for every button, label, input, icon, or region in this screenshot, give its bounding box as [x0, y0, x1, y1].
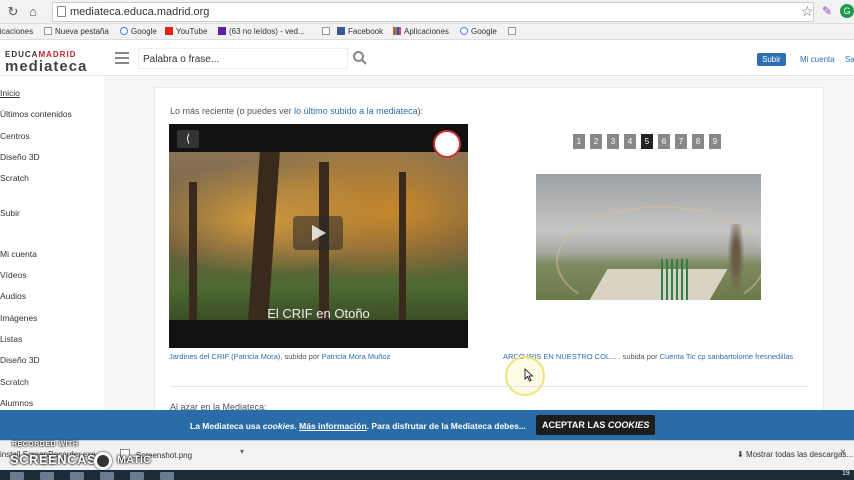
sidebar-item-scratch[interactable]: Scratch: [0, 173, 29, 183]
sidebar-item-scratch-2[interactable]: Scratch: [0, 377, 29, 387]
bookmark-item[interactable]: licaciones: [0, 27, 33, 36]
upload-button[interactable]: Subir: [757, 53, 786, 66]
url-text[interactable]: mediateca.educa.madrid.org: [70, 6, 209, 18]
taskbar-clock: 19: [842, 470, 850, 477]
sidebar-item-ultimos[interactable]: Últimos contenidos: [0, 109, 72, 119]
sidebar-item-imagenes[interactable]: Imágenes: [0, 313, 37, 323]
share-icon[interactable]: ⟨: [177, 130, 199, 148]
taskbar: [0, 470, 854, 480]
download-icon: ⬇: [737, 450, 746, 459]
cookie-text: La Mediateca usa cookies. Más informació…: [190, 421, 526, 431]
bookmarks-bar: licaciones Nueva pestaña Google YouTube …: [0, 24, 854, 40]
sidebar-item-subir[interactable]: Subir: [0, 208, 20, 218]
bookmark-item[interactable]: Google: [460, 27, 497, 36]
page-icon: [44, 27, 52, 35]
bookmark-item[interactable]: Aplicaciones: [393, 27, 449, 36]
video-player[interactable]: ⟨ El CRIF en Otoño: [169, 124, 468, 348]
page-icon: [508, 27, 516, 35]
reload-icon[interactable]: ↻: [6, 4, 20, 20]
bookmark-item[interactable]: YouTube: [165, 27, 207, 36]
sidebar: Inicio Últimos contenidos Centros Diseño…: [0, 77, 104, 417]
bookmark-star-icon[interactable]: ☆: [801, 3, 814, 20]
download-item-installer[interactable]: install ScreenRecorder.exe: [0, 450, 96, 459]
bookmark-item[interactable]: Google: [120, 27, 157, 36]
sidebar-item-alumnos[interactable]: Alumnos: [0, 398, 33, 408]
bookmark-item[interactable]: [322, 27, 333, 36]
yahoo-icon: [218, 27, 226, 35]
taskbar-app-icon[interactable]: [160, 472, 174, 480]
start-icon[interactable]: [10, 472, 24, 480]
mouse-cursor-icon: [524, 368, 534, 382]
sidebar-item-diseno3d[interactable]: Diseño 3D: [0, 152, 40, 162]
google-icon: [460, 27, 468, 35]
recent-heading: Lo más reciente (o puedes ver lo último …: [170, 106, 424, 116]
home-icon[interactable]: ⌂: [26, 4, 40, 19]
bookmark-item[interactable]: (63 no leídos) - ved...: [218, 27, 305, 36]
show-all-downloads-link[interactable]: ⬇ Mostrar todas las descargas...: [737, 450, 853, 459]
page-button[interactable]: 8: [692, 134, 704, 149]
extension-pen-icon[interactable]: ✎: [822, 5, 834, 17]
crif-logo: [433, 130, 461, 158]
close-icon[interactable]: ×: [840, 447, 846, 458]
page-button[interactable]: 4: [624, 134, 636, 149]
page-button[interactable]: 1: [573, 134, 585, 149]
taskbar-app-icon[interactable]: [70, 472, 84, 480]
pagination: 123456789: [573, 131, 726, 149]
page-icon: [57, 6, 66, 17]
sidebar-item-inicio[interactable]: Inicio: [0, 88, 20, 98]
browser-nav: ↻ ⌂: [0, 4, 40, 20]
rainbow-image[interactable]: [536, 174, 761, 300]
page-button[interactable]: 3: [607, 134, 619, 149]
bookmark-item[interactable]: Nueva pestaña: [44, 27, 109, 36]
apps-grid-icon: [393, 27, 401, 35]
play-button[interactable]: [293, 216, 343, 250]
search-placeholder: Palabra o frase...: [143, 54, 220, 65]
chevron-down-icon[interactable]: ▾: [240, 447, 244, 456]
sidebar-item-centros[interactable]: Centros: [0, 131, 30, 141]
image-author-link[interactable]: Cuenta Tic cp sanbartolome fresnedillas: [660, 352, 793, 361]
sidebar-item-audios[interactable]: Audios: [0, 291, 26, 301]
image-caption: ARCO IRIS EN NUESTRO COL... . subida por…: [503, 352, 794, 361]
hamburger-menu-icon[interactable]: [115, 52, 129, 67]
page-button[interactable]: 7: [675, 134, 687, 149]
video-caption: Jardines del CRIF (Patricia Mora), subid…: [169, 352, 391, 361]
google-icon: [120, 27, 128, 35]
sidebar-item-listas[interactable]: Listas: [0, 334, 22, 344]
bookmark-item[interactable]: Facebook: [337, 27, 383, 36]
facebook-icon: [337, 27, 345, 35]
search-icon[interactable]: [352, 50, 368, 66]
divider: [170, 386, 808, 387]
sidebar-item-mi-cuenta[interactable]: Mi cuenta: [0, 249, 37, 259]
video-author-link[interactable]: Patricia Mora Muñoz: [322, 352, 391, 361]
sidebar-item-videos[interactable]: Vídeos: [0, 270, 26, 280]
taskbar-app-icon[interactable]: [40, 472, 54, 480]
logo-mediateca[interactable]: mediateca: [5, 58, 87, 75]
latest-uploads-link[interactable]: lo último subido a la mediateca: [294, 106, 418, 116]
download-item-screenshot[interactable]: Screenshot.png: [120, 448, 246, 464]
video-link[interactable]: Jardines del CRIF (Patricia Mora): [169, 352, 280, 361]
taskbar-app-icon[interactable]: [130, 472, 144, 480]
bookmark-item[interactable]: [508, 27, 519, 36]
youtube-icon: [165, 27, 173, 35]
account-link[interactable]: Mi cuenta: [800, 55, 835, 64]
taskbar-app-icon[interactable]: [100, 472, 114, 480]
header-link-truncated[interactable]: Sa: [845, 55, 854, 64]
page-button[interactable]: 6: [658, 134, 670, 149]
page-button-active[interactable]: 5: [641, 134, 653, 149]
extension-g-icon[interactable]: G: [840, 4, 854, 18]
cookie-more-info-link[interactable]: Más información: [299, 421, 367, 431]
file-icon: [120, 449, 130, 460]
page-button[interactable]: 9: [709, 134, 721, 149]
video-title: El CRIF en Otoño: [267, 306, 370, 321]
accept-cookies-button[interactable]: ACEPTAR LAS COOKIES: [536, 415, 656, 435]
page-button[interactable]: 2: [590, 134, 602, 149]
page-icon: [322, 27, 330, 35]
sidebar-item-diseno3d-2[interactable]: Diseño 3D: [0, 355, 40, 365]
